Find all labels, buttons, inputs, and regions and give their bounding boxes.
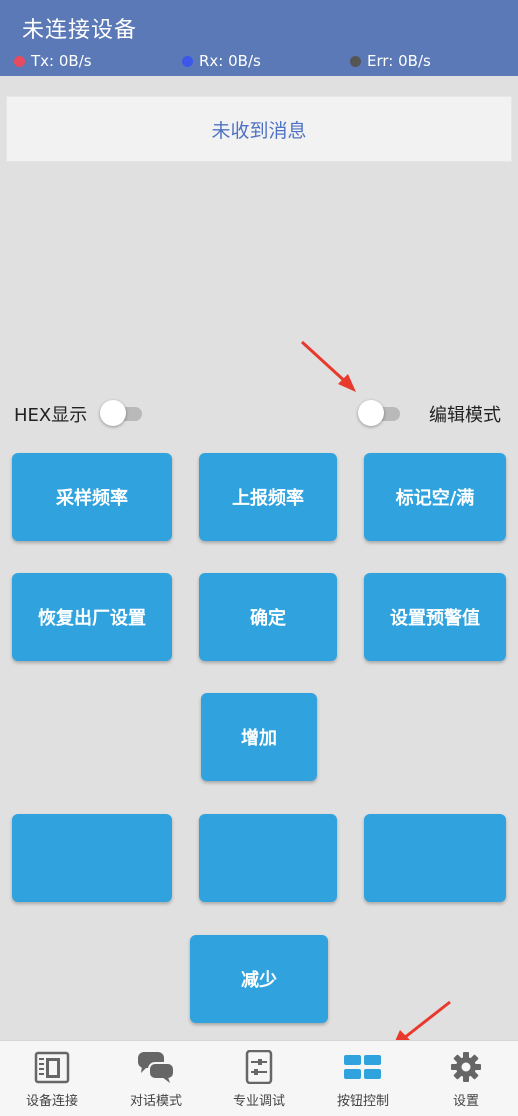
nav-label-pro-debug: 专业调试 <box>232 1094 285 1109</box>
blank-button-2[interactable] <box>199 814 337 902</box>
mark-empty-full-button[interactable]: 标记空/满 <box>364 453 506 541</box>
connection-title: 未连接设备 <box>22 18 138 43</box>
edit-mode-switch[interactable] <box>358 400 400 426</box>
nav-label-chat-mode: 对话模式 <box>129 1094 182 1109</box>
rx-label: Rx: 0B/s <box>199 52 261 70</box>
report-rate-button[interactable]: 上报频率 <box>199 453 337 541</box>
bottom-navigation: 设备连接 对话模式 专业调试 按钮控制 设置 <box>0 1040 518 1116</box>
set-alarm-value-button[interactable]: 设置预警值 <box>364 573 506 661</box>
message-display: 未收到消息 <box>6 96 512 162</box>
hex-display-switch[interactable] <box>100 400 142 426</box>
annotation-arrow-icon <box>300 340 356 392</box>
nav-label-settings: 设置 <box>452 1094 479 1109</box>
edit-mode-label: 编辑模式 <box>429 405 501 426</box>
device-connect-icon <box>32 1050 72 1084</box>
nav-settings[interactable]: 设置 <box>414 1041 518 1116</box>
increase-button[interactable]: 增加 <box>201 693 317 781</box>
nav-pro-debug[interactable]: 专业调试 <box>207 1041 311 1116</box>
hex-display-label: HEX显示 <box>14 405 88 426</box>
blank-button-3[interactable] <box>364 814 506 902</box>
button-grid-icon <box>343 1050 383 1084</box>
nav-button-control[interactable]: 按钮控制 <box>311 1041 415 1116</box>
nav-label-device-connect: 设备连接 <box>25 1094 78 1109</box>
nav-device-connect[interactable]: 设备连接 <box>0 1041 104 1116</box>
decrease-button[interactable]: 减少 <box>190 935 328 1023</box>
tx-label: Tx: 0B/s <box>31 52 92 70</box>
nav-label-button-control: 按钮控制 <box>336 1094 389 1109</box>
rx-stat: Rx: 0B/s <box>182 52 261 70</box>
factory-reset-button[interactable]: 恢复出厂设置 <box>12 573 172 661</box>
sample-rate-button[interactable]: 采样频率 <box>12 453 172 541</box>
err-label: Err: 0B/s <box>367 52 431 70</box>
message-text: 未收到消息 <box>211 119 307 142</box>
hex-switch-knob <box>100 400 126 426</box>
debug-sliders-icon <box>239 1049 279 1085</box>
gear-icon <box>446 1050 486 1084</box>
nav-chat-mode[interactable]: 对话模式 <box>104 1041 208 1116</box>
edit-switch-knob <box>358 400 384 426</box>
rx-dot-icon <box>182 55 193 67</box>
blank-button-1[interactable] <box>12 814 172 902</box>
err-stat: Err: 0B/s <box>350 52 431 70</box>
err-dot-icon <box>350 55 361 67</box>
chat-icon <box>136 1050 176 1084</box>
tx-dot-icon <box>14 55 25 67</box>
tx-stat: Tx: 0B/s <box>14 52 92 70</box>
confirm-button[interactable]: 确定 <box>199 573 337 661</box>
top-status-bar: 未连接设备 Tx: 0B/s Rx: 0B/s Err: 0B/s <box>0 0 518 76</box>
